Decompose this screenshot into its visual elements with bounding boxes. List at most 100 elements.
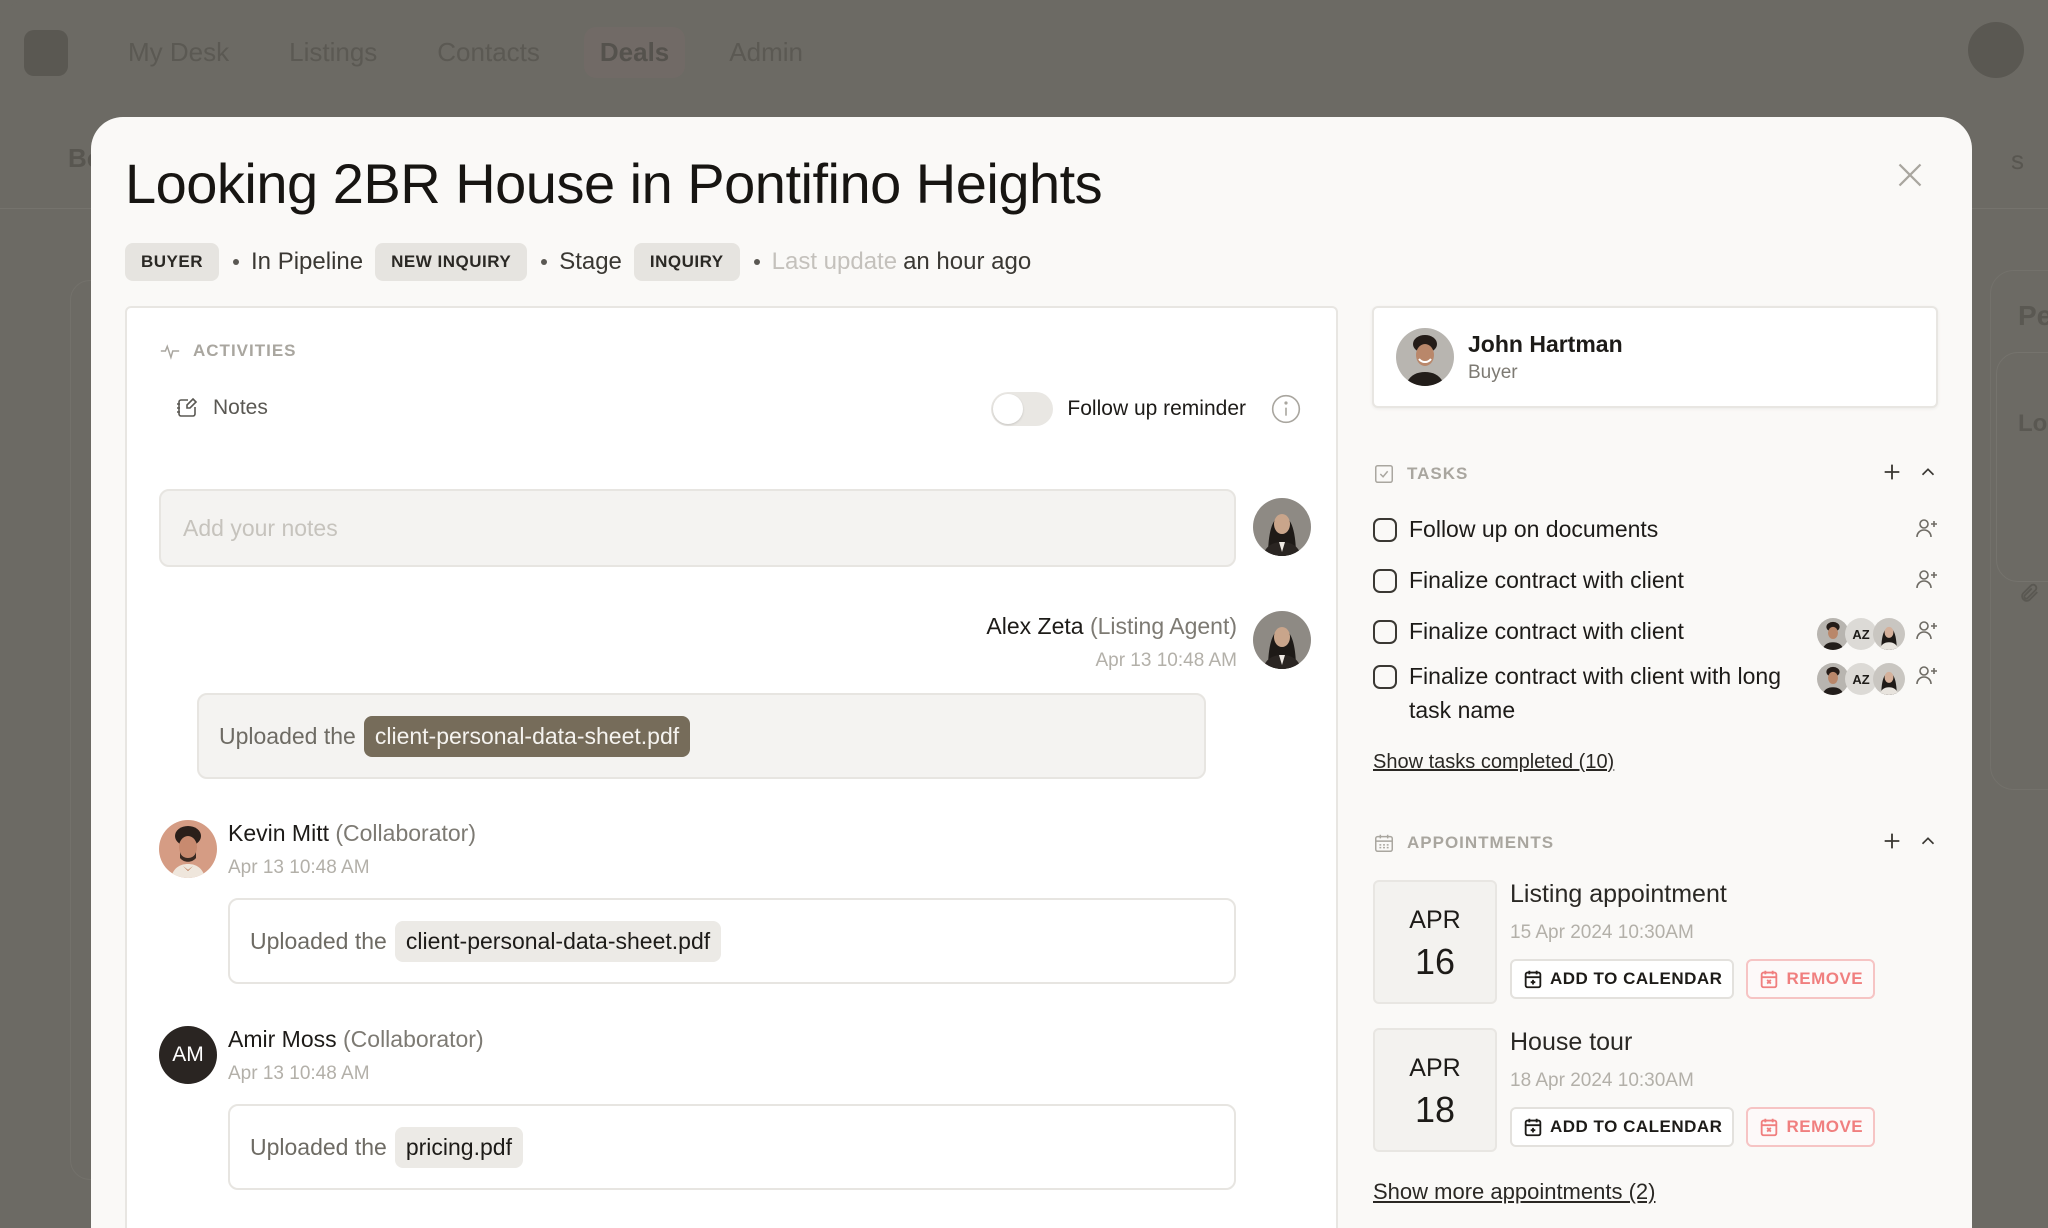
- activity-author-avatar: [1253, 611, 1311, 669]
- activity-timestamp: Apr 13 10:48 AM: [1095, 650, 1237, 671]
- activity-author-line: Kevin Mitt (Collaborator): [228, 820, 476, 847]
- chevron-up-icon: [1921, 837, 1935, 845]
- appointments-actions: [1881, 830, 1939, 852]
- file-link[interactable]: client-personal-data-sheet.pdf: [394, 920, 722, 962]
- close-button[interactable]: [1892, 157, 1928, 193]
- add-to-calendar-button[interactable]: ADD TO CALENDAR: [1510, 1107, 1735, 1147]
- plus-icon: [1884, 464, 1900, 480]
- tasks-heading-label: TASKS: [1407, 464, 1469, 483]
- background-subbar-right: s: [2011, 145, 2024, 175]
- task-label: Finalize contract with client: [1409, 567, 1684, 593]
- notebook-pen-icon: [177, 397, 198, 417]
- user-avatar: [1968, 22, 2024, 78]
- appointments-heading: APPOINTMENTS: [1373, 832, 1939, 854]
- collapse-appointments-button[interactable]: [1917, 830, 1939, 852]
- activity-author-role: (Collaborator): [335, 820, 476, 846]
- task-item: Finalize contract with client: [1373, 567, 1939, 597]
- contact-card[interactable]: John Hartman Buyer: [1372, 306, 1938, 408]
- activity-header: Alex Zeta (Listing Agent) Apr 13 10:48 A…: [229, 613, 1311, 672]
- nav-listings: Listings: [289, 37, 378, 67]
- notes-label: Notes: [213, 396, 268, 419]
- assignee-avatar: [1873, 618, 1905, 650]
- file-link[interactable]: client-personal-data-sheet.pdf: [363, 715, 691, 757]
- task-item: Finalize contract with client AZ: [1373, 618, 1939, 650]
- calendar-plus-icon: [1524, 970, 1542, 989]
- background-right-sub: Lo: [2018, 410, 2048, 437]
- activity-author: Alex Zeta: [986, 613, 1084, 639]
- appointment-month: APR: [1409, 906, 1461, 934]
- show-completed-tasks-link[interactable]: Show tasks completed (10): [1373, 751, 1614, 774]
- task-item-long: Finalize contract with client with long …: [1373, 663, 1939, 727]
- task-checkbox[interactable]: [1373, 665, 1397, 689]
- activity-timestamp: Apr 13 10:48 AM: [228, 1063, 370, 1084]
- assign-user-icon[interactable]: [1915, 567, 1939, 591]
- deal-modal: Looking 2BR House in Pontifino Heights B…: [91, 117, 1972, 1228]
- activity-author-line: Alex Zeta (Listing Agent): [229, 613, 1237, 640]
- activity-author: Kevin Mitt: [228, 820, 329, 846]
- appointment-actions: ADD TO CALENDAR REMOVE: [1510, 1107, 1876, 1147]
- remove-appointment-button[interactable]: REMOVE: [1746, 959, 1876, 999]
- file-link[interactable]: pricing.pdf: [394, 1126, 523, 1168]
- activity-upload-box: Uploaded the client-personal-data-sheet.…: [228, 898, 1236, 984]
- assign-user-icon[interactable]: [1915, 516, 1939, 540]
- activity-upload-box: Uploaded the client-personal-data-sheet.…: [197, 693, 1206, 779]
- separator-dot: [233, 259, 240, 265]
- type-badge: BUYER: [125, 243, 220, 281]
- app-logo: [24, 29, 68, 76]
- nav-my-desk: My Desk: [128, 37, 230, 67]
- add-task-button[interactable]: [1881, 461, 1903, 483]
- nav-admin: Admin: [729, 37, 803, 67]
- assignee-avatar: [1873, 663, 1905, 695]
- task-assignees: AZ: [1817, 618, 1905, 650]
- appointment-title: Listing appointment: [1510, 880, 1727, 908]
- activity-prefix: Uploaded the: [250, 1133, 387, 1160]
- nav-deals: Deals: [583, 27, 686, 78]
- add-to-calendar-label: ADD TO CALENDAR: [1550, 1117, 1723, 1136]
- remove-label: REMOVE: [1786, 1117, 1864, 1136]
- task-assignees: AZ: [1817, 663, 1905, 695]
- checkbox-icon: [1375, 465, 1393, 483]
- calendar-plus-icon: [1524, 1118, 1542, 1137]
- remove-appointment-button[interactable]: REMOVE: [1746, 1107, 1876, 1147]
- task-checkbox[interactable]: [1373, 518, 1397, 542]
- remove-label: REMOVE: [1786, 969, 1864, 988]
- deal-meta: BUYER In Pipeline NEW INQUIRY Stage INQU…: [125, 243, 1031, 281]
- appointments-heading-label: APPOINTMENTS: [1407, 833, 1555, 852]
- activities-heading-label: ACTIVITIES: [193, 341, 297, 360]
- pipeline-label: In Pipeline: [251, 248, 364, 275]
- add-appointment-button[interactable]: [1881, 830, 1903, 852]
- follow-up-label: Follow up reminder: [1067, 397, 1246, 420]
- task-label: Finalize contract with client: [1409, 618, 1684, 644]
- appointment-month: APR: [1409, 1054, 1461, 1082]
- activity-upload-box: Uploaded the pricing.pdf: [228, 1104, 1236, 1190]
- background-right-inner: [1996, 352, 2048, 582]
- activity-prefix: Uploaded the: [250, 927, 387, 954]
- last-update-label: Last update: [771, 248, 898, 275]
- activity-prefix: Uploaded the: [219, 722, 356, 749]
- notes-tab[interactable]: Notes: [175, 396, 268, 420]
- appointment-title: House tour: [1510, 1028, 1633, 1056]
- calendar-x-icon: [1761, 1118, 1778, 1137]
- show-more-appointments-link[interactable]: Show more appointments (2): [1373, 1179, 1655, 1205]
- task-checkbox[interactable]: [1373, 569, 1397, 593]
- assign-user-icon[interactable]: [1915, 618, 1939, 642]
- calendar-x-icon: [1761, 970, 1778, 989]
- contact-name: John Hartman: [1468, 330, 1623, 357]
- background-right-title: Pe: [2018, 300, 2048, 331]
- tasks-actions: [1881, 461, 1939, 483]
- activities-panel: ACTIVITIES Notes Follow up reminder Alex…: [125, 306, 1338, 1228]
- activity-author-avatar: [159, 820, 217, 878]
- add-to-calendar-button[interactable]: ADD TO CALENDAR: [1510, 959, 1735, 999]
- info-icon[interactable]: [1270, 393, 1302, 425]
- appointment-date-tile: APR 16: [1373, 880, 1497, 1004]
- pipeline-badge: NEW INQUIRY: [375, 243, 528, 281]
- notes-input[interactable]: [159, 489, 1236, 567]
- top-nav: My Desk Listings Contacts Deals Admin: [0, 0, 2048, 105]
- assign-user-icon[interactable]: [1915, 663, 1939, 687]
- collapse-tasks-button[interactable]: [1917, 461, 1939, 483]
- follow-up-toggle[interactable]: [991, 392, 1054, 426]
- activity-author: Amir Moss: [228, 1026, 337, 1052]
- stage-badge: INQUIRY: [633, 243, 740, 281]
- task-checkbox[interactable]: [1373, 620, 1397, 644]
- chevron-up-icon: [1921, 468, 1935, 476]
